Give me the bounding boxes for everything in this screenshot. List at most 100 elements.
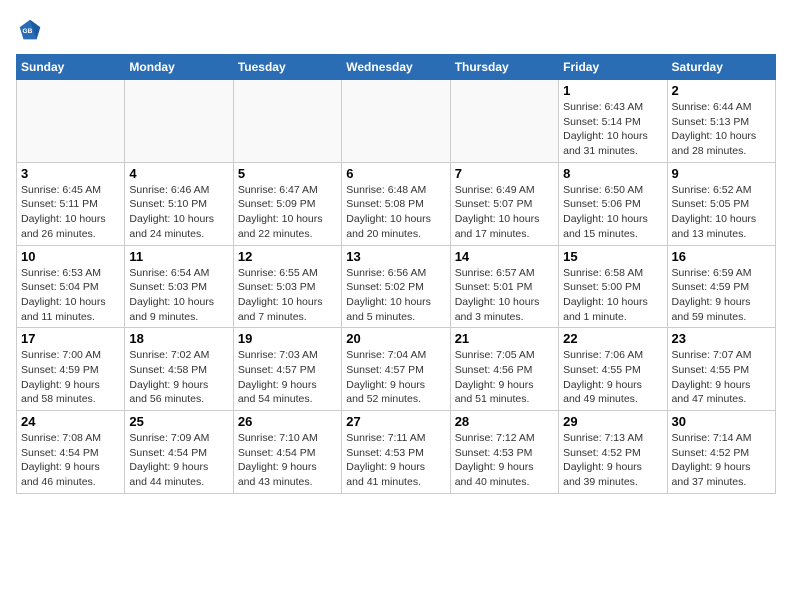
calendar-day-cell: 20 Sunrise: 7:04 AM Sunset: 4:57 PM Dayli…	[342, 328, 450, 411]
day-info: Sunrise: 6:54 AM Sunset: 5:03 PM Dayligh…	[129, 266, 228, 325]
day-info: Sunrise: 6:46 AM Sunset: 5:10 PM Dayligh…	[129, 183, 228, 242]
day-info: Sunrise: 7:02 AM Sunset: 4:58 PM Dayligh…	[129, 348, 228, 407]
day-info: Sunrise: 7:08 AM Sunset: 4:54 PM Dayligh…	[21, 431, 120, 490]
weekday-header: Tuesday	[233, 55, 341, 80]
svg-text:GB: GB	[23, 28, 33, 35]
calendar-day-cell: 13 Sunrise: 6:56 AM Sunset: 5:02 PM Dayli…	[342, 245, 450, 328]
day-number: 6	[346, 166, 445, 181]
day-info: Sunrise: 6:57 AM Sunset: 5:01 PM Dayligh…	[455, 266, 554, 325]
day-number: 4	[129, 166, 228, 181]
day-info: Sunrise: 6:47 AM Sunset: 5:09 PM Dayligh…	[238, 183, 337, 242]
calendar-day-cell: 18Sunrise: 7:02 AM Sunset: 4:58 PM Dayli…	[125, 328, 233, 411]
day-number: 13	[346, 249, 445, 264]
day-info: Sunrise: 6:56 AM Sunset: 5:02 PM Dayligh…	[346, 266, 445, 325]
calendar-day-cell: 19 Sunrise: 7:03 AM Sunset: 4:57 PM Dayli…	[233, 328, 341, 411]
day-info: Sunrise: 6:55 AM Sunset: 5:03 PM Dayligh…	[238, 266, 337, 325]
calendar-day-cell: 17 Sunrise: 7:00 AM Sunset: 4:59 PM Dayli…	[17, 328, 125, 411]
calendar-day-cell: 8 Sunrise: 6:50 AM Sunset: 5:06 PM Daylig…	[559, 162, 667, 245]
calendar-day-cell: 25 Sunrise: 7:09 AM Sunset: 4:54 PM Dayli…	[125, 411, 233, 494]
calendar-day-cell: 24 Sunrise: 7:08 AM Sunset: 4:54 PM Dayli…	[17, 411, 125, 494]
calendar-day-cell	[233, 80, 341, 163]
day-info: Sunrise: 7:09 AM Sunset: 4:54 PM Dayligh…	[129, 431, 228, 490]
day-number: 27	[346, 414, 445, 429]
calendar-day-cell: 26 Sunrise: 7:10 AM Sunset: 4:54 PM Dayli…	[233, 411, 341, 494]
calendar-day-cell: 5 Sunrise: 6:47 AM Sunset: 5:09 PM Daylig…	[233, 162, 341, 245]
day-info: Sunrise: 6:44 AM Sunset: 5:13 PM Dayligh…	[672, 100, 771, 159]
day-number: 8	[563, 166, 662, 181]
day-number: 23	[672, 331, 771, 346]
day-info: Sunrise: 7:04 AM Sunset: 4:57 PM Dayligh…	[346, 348, 445, 407]
weekday-header: Sunday	[17, 55, 125, 80]
logo-icon: GB	[16, 16, 44, 44]
calendar-table: SundayMondayTuesdayWednesdayThursdayFrid…	[16, 54, 776, 494]
calendar-day-cell: 11 Sunrise: 6:54 AM Sunset: 5:03 PM Dayli…	[125, 245, 233, 328]
day-number: 17	[21, 331, 120, 346]
day-number: 15	[563, 249, 662, 264]
day-number: 29	[563, 414, 662, 429]
weekday-header: Saturday	[667, 55, 775, 80]
calendar-week-row: 24 Sunrise: 7:08 AM Sunset: 4:54 PM Dayli…	[17, 411, 776, 494]
day-info: Sunrise: 7:06 AM Sunset: 4:55 PM Dayligh…	[563, 348, 662, 407]
day-number: 19	[238, 331, 337, 346]
calendar-day-cell: 9Sunrise: 6:52 AM Sunset: 5:05 PM Daylig…	[667, 162, 775, 245]
day-number: 11	[129, 249, 228, 264]
day-info: Sunrise: 7:13 AM Sunset: 4:52 PM Dayligh…	[563, 431, 662, 490]
day-number: 30	[672, 414, 771, 429]
day-number: 7	[455, 166, 554, 181]
calendar-day-cell: 4 Sunrise: 6:46 AM Sunset: 5:10 PM Daylig…	[125, 162, 233, 245]
calendar-day-cell: 10 Sunrise: 6:53 AM Sunset: 5:04 PM Dayli…	[17, 245, 125, 328]
calendar-day-cell: 30 Sunrise: 7:14 AM Sunset: 4:52 PM Dayli…	[667, 411, 775, 494]
day-info: Sunrise: 6:53 AM Sunset: 5:04 PM Dayligh…	[21, 266, 120, 325]
day-info: Sunrise: 6:52 AM Sunset: 5:05 PM Dayligh…	[672, 183, 771, 242]
day-info: Sunrise: 7:05 AM Sunset: 4:56 PM Dayligh…	[455, 348, 554, 407]
day-info: Sunrise: 6:48 AM Sunset: 5:08 PM Dayligh…	[346, 183, 445, 242]
calendar-week-row: 1 Sunrise: 6:43 AM Sunset: 5:14 PM Daylig…	[17, 80, 776, 163]
day-info: Sunrise: 6:45 AM Sunset: 5:11 PM Dayligh…	[21, 183, 120, 242]
day-number: 3	[21, 166, 120, 181]
day-number: 5	[238, 166, 337, 181]
day-number: 14	[455, 249, 554, 264]
day-info: Sunrise: 6:50 AM Sunset: 5:06 PM Dayligh…	[563, 183, 662, 242]
calendar-day-cell	[17, 80, 125, 163]
calendar-day-cell	[342, 80, 450, 163]
day-info: Sunrise: 6:58 AM Sunset: 5:00 PM Dayligh…	[563, 266, 662, 325]
calendar-day-cell	[450, 80, 558, 163]
calendar-day-cell: 21 Sunrise: 7:05 AM Sunset: 4:56 PM Dayli…	[450, 328, 558, 411]
calendar-week-row: 10 Sunrise: 6:53 AM Sunset: 5:04 PM Dayli…	[17, 245, 776, 328]
day-info: Sunrise: 7:07 AM Sunset: 4:55 PM Dayligh…	[672, 348, 771, 407]
day-info: Sunrise: 7:11 AM Sunset: 4:53 PM Dayligh…	[346, 431, 445, 490]
calendar-day-cell: 28Sunrise: 7:12 AM Sunset: 4:53 PM Dayli…	[450, 411, 558, 494]
day-number: 22	[563, 331, 662, 346]
calendar-day-cell: 15 Sunrise: 6:58 AM Sunset: 5:00 PM Dayli…	[559, 245, 667, 328]
day-number: 25	[129, 414, 228, 429]
day-info: Sunrise: 6:43 AM Sunset: 5:14 PM Dayligh…	[563, 100, 662, 159]
calendar-week-row: 3 Sunrise: 6:45 AM Sunset: 5:11 PM Daylig…	[17, 162, 776, 245]
day-info: Sunrise: 7:03 AM Sunset: 4:57 PM Dayligh…	[238, 348, 337, 407]
day-number: 24	[21, 414, 120, 429]
day-number: 10	[21, 249, 120, 264]
day-number: 20	[346, 331, 445, 346]
calendar-day-cell: 1 Sunrise: 6:43 AM Sunset: 5:14 PM Daylig…	[559, 80, 667, 163]
day-number: 16	[672, 249, 771, 264]
day-info: Sunrise: 7:14 AM Sunset: 4:52 PM Dayligh…	[672, 431, 771, 490]
calendar-day-cell: 6 Sunrise: 6:48 AM Sunset: 5:08 PM Daylig…	[342, 162, 450, 245]
day-number: 1	[563, 83, 662, 98]
calendar-day-cell: 3 Sunrise: 6:45 AM Sunset: 5:11 PM Daylig…	[17, 162, 125, 245]
calendar-day-cell: 23 Sunrise: 7:07 AM Sunset: 4:55 PM Dayli…	[667, 328, 775, 411]
calendar-week-row: 17 Sunrise: 7:00 AM Sunset: 4:59 PM Dayli…	[17, 328, 776, 411]
day-number: 2	[672, 83, 771, 98]
day-info: Sunrise: 6:49 AM Sunset: 5:07 PM Dayligh…	[455, 183, 554, 242]
calendar-day-cell: 27 Sunrise: 7:11 AM Sunset: 4:53 PM Dayli…	[342, 411, 450, 494]
day-info: Sunrise: 7:10 AM Sunset: 4:54 PM Dayligh…	[238, 431, 337, 490]
weekday-header: Wednesday	[342, 55, 450, 80]
calendar-day-cell	[125, 80, 233, 163]
weekday-header: Monday	[125, 55, 233, 80]
calendar-day-cell: 14 Sunrise: 6:57 AM Sunset: 5:01 PM Dayli…	[450, 245, 558, 328]
day-number: 26	[238, 414, 337, 429]
calendar-day-cell: 22 Sunrise: 7:06 AM Sunset: 4:55 PM Dayli…	[559, 328, 667, 411]
logo: GB	[16, 16, 48, 44]
day-info: Sunrise: 7:00 AM Sunset: 4:59 PM Dayligh…	[21, 348, 120, 407]
day-number: 21	[455, 331, 554, 346]
calendar-day-cell: 12Sunrise: 6:55 AM Sunset: 5:03 PM Dayli…	[233, 245, 341, 328]
page-header: GB	[16, 16, 776, 44]
